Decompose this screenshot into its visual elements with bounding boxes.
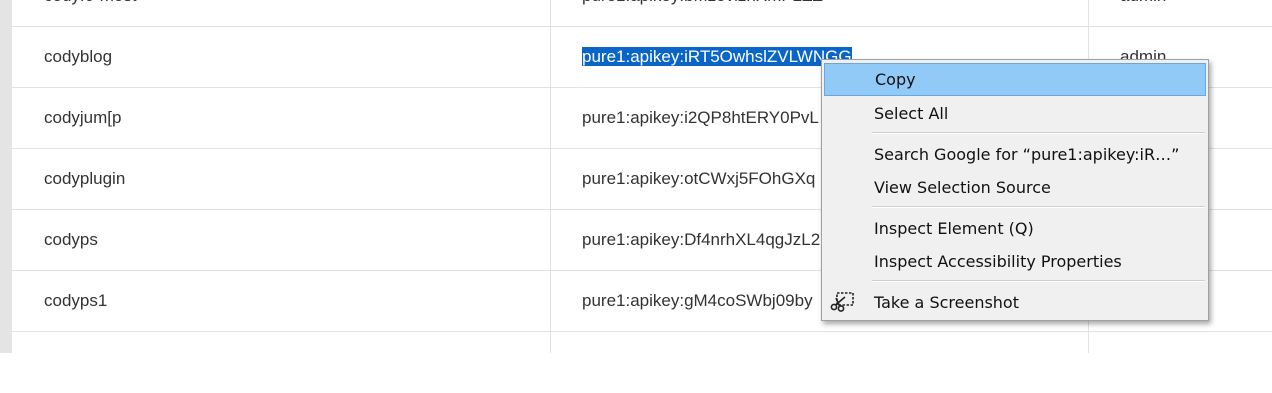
row-name: codyplugin bbox=[44, 169, 126, 188]
row-role bbox=[1120, 332, 1260, 392]
menu-item-copy[interactable]: Copy bbox=[824, 63, 1206, 96]
menu-item-select-all[interactable]: Select All bbox=[824, 97, 1206, 130]
context-menu: Copy Select All Search Google for “pure1… bbox=[821, 59, 1209, 321]
menu-separator bbox=[872, 206, 1205, 208]
menu-item-inspect-element[interactable]: Inspect Element (Q) bbox=[824, 212, 1206, 245]
selected-text[interactable]: pure1:apikey:iRT5OwhslZVLWNGG bbox=[582, 47, 852, 66]
menu-separator bbox=[872, 132, 1205, 134]
row-role: admin bbox=[1120, 0, 1260, 26]
row-name bbox=[44, 332, 524, 392]
menu-item-label: Take a Screenshot bbox=[874, 293, 1019, 312]
left-border bbox=[0, 0, 12, 353]
table-row[interactable] bbox=[12, 332, 1272, 393]
menu-separator bbox=[872, 280, 1205, 282]
table-row[interactable]: codyf0-most pure1:apikey:bMzoviznXmP2ZZ … bbox=[12, 0, 1272, 27]
row-name: codyps1 bbox=[44, 291, 108, 310]
row-api-key bbox=[582, 332, 1062, 392]
row-name: codyblog bbox=[44, 47, 113, 66]
row-name: codyf0-most bbox=[44, 0, 524, 26]
row-api-key: pure1:apikey:bMzoviznXmP2ZZ bbox=[582, 0, 1062, 26]
screenshot-scissors-icon bbox=[830, 292, 854, 312]
row-name: codyps bbox=[44, 230, 98, 249]
menu-item-take-screenshot[interactable]: Take a Screenshot bbox=[824, 286, 1206, 319]
menu-item-search-google[interactable]: Search Google for “pure1:apikey:iR…” bbox=[824, 138, 1206, 171]
menu-item-view-selection-source[interactable]: View Selection Source bbox=[824, 171, 1206, 204]
row-name: codyjum[p bbox=[44, 108, 122, 127]
menu-item-inspect-accessibility[interactable]: Inspect Accessibility Properties bbox=[824, 245, 1206, 278]
